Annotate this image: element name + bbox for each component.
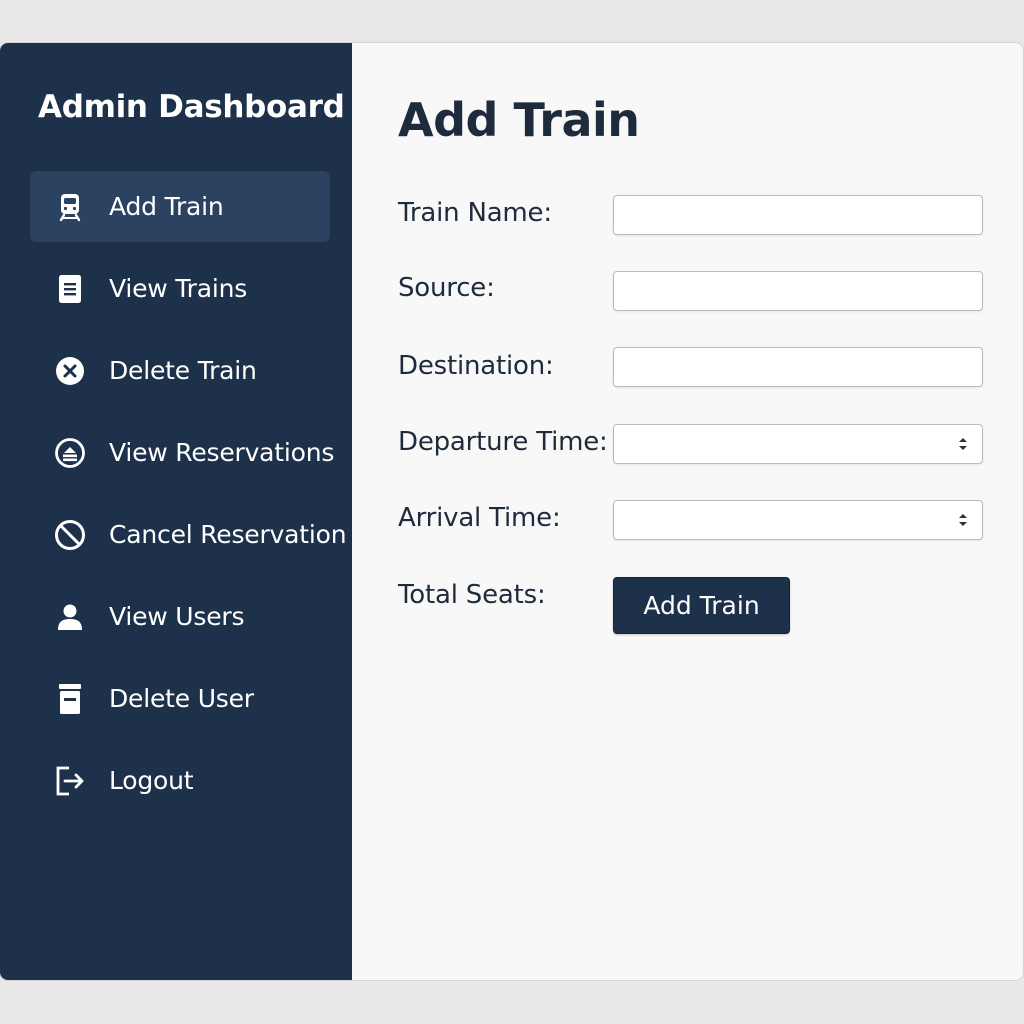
arrival-time-label: Arrival Time:: [398, 503, 561, 533]
train-name-input[interactable]: [613, 195, 983, 235]
destination-label: Destination:: [398, 351, 554, 381]
arrival-time-select[interactable]: [613, 500, 983, 540]
sidebar-item-label: Cancel Reservation: [109, 520, 347, 549]
select-arrows-icon: [959, 514, 967, 526]
train-icon: [54, 191, 86, 223]
sidebar: Admin Dashboard Add Train View Trains De…: [0, 43, 352, 980]
close-circle-icon: [54, 355, 86, 387]
sidebar-nav: Add Train View Trains Delete Train View …: [30, 171, 347, 827]
sidebar-item-label: View Users: [109, 602, 245, 631]
app-window: Admin Dashboard Add Train View Trains De…: [0, 43, 1023, 980]
sidebar-item-label: View Reservations: [109, 438, 335, 467]
source-label: Source:: [398, 273, 495, 303]
ticket-circle-icon: [54, 437, 86, 469]
sidebar-item-label: View Trains: [109, 274, 248, 303]
ban-icon: [54, 519, 86, 551]
sidebar-item-label: Delete User: [109, 684, 254, 713]
archive-icon: [54, 683, 86, 715]
destination-input[interactable]: [613, 347, 983, 387]
sidebar-item-add-train[interactable]: Add Train: [30, 171, 330, 242]
departure-time-select[interactable]: [613, 424, 983, 464]
sidebar-item-label: Delete Train: [109, 356, 257, 385]
departure-time-label: Departure Time:: [398, 427, 608, 457]
add-train-button[interactable]: Add Train: [613, 577, 790, 634]
logout-icon: [54, 765, 86, 797]
sidebar-item-cancel-reservation[interactable]: Cancel Reservation: [30, 499, 347, 570]
user-icon: [54, 601, 86, 633]
document-icon: [54, 273, 86, 305]
main-content: Add Train Train Name: Source: Destinatio…: [352, 43, 1023, 980]
sidebar-item-logout[interactable]: Logout: [30, 745, 330, 816]
sidebar-item-view-trains[interactable]: View Trains: [30, 253, 330, 324]
sidebar-item-delete-user[interactable]: Delete User: [30, 663, 330, 734]
train-name-label: Train Name:: [398, 198, 552, 228]
sidebar-item-label: Add Train: [109, 192, 224, 221]
sidebar-item-label: Logout: [109, 766, 194, 795]
source-input[interactable]: [613, 271, 983, 311]
total-seats-label: Total Seats:: [398, 580, 546, 610]
select-arrows-icon: [959, 438, 967, 450]
page-title: Add Train: [398, 93, 640, 147]
sidebar-item-delete-train[interactable]: Delete Train: [30, 335, 330, 406]
dashboard-title: Admin Dashboard: [38, 89, 345, 125]
sidebar-item-view-reservations[interactable]: View Reservations: [30, 417, 334, 488]
sidebar-item-view-users[interactable]: View Users: [30, 581, 330, 652]
